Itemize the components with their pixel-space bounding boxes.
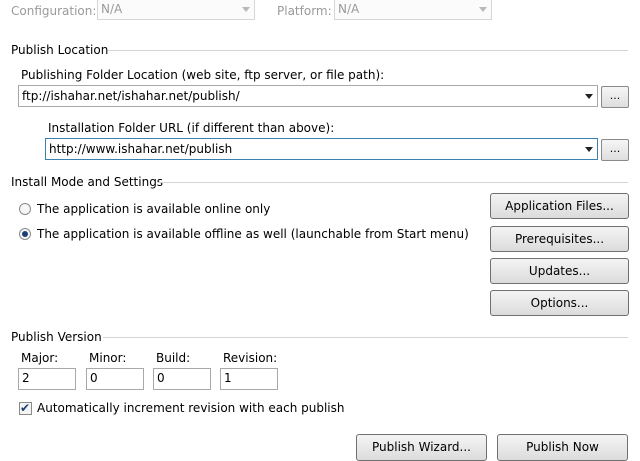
chevron-down-icon[interactable] — [585, 94, 593, 99]
offline-radio[interactable] — [19, 228, 31, 240]
platform-label: Platform: — [277, 4, 332, 18]
installation-folder-combo[interactable]: http://www.ishahar.net/publish — [45, 138, 598, 160]
publish-version-title: Publish Version — [11, 330, 102, 344]
publishing-folder-label: Publishing Folder Location (web site, ft… — [21, 68, 385, 82]
prerequisites-button[interactable]: Prerequisites... — [490, 226, 629, 252]
auto-increment-label[interactable]: Automatically increment revision with ea… — [37, 401, 345, 415]
build-label: Build: — [156, 351, 191, 365]
major-field[interactable] — [18, 368, 76, 390]
configuration-label: Configuration: — [11, 4, 97, 18]
browse-installation-folder-button[interactable]: ... — [601, 139, 629, 161]
online-only-radio[interactable] — [19, 203, 31, 215]
install-mode-title: Install Mode and Settings — [11, 175, 164, 189]
platform-value: N/A — [338, 2, 360, 16]
configuration-value: N/A — [101, 2, 123, 16]
publish-now-button[interactable]: Publish Now — [497, 434, 628, 461]
revision-label: Revision: — [223, 351, 278, 365]
options-button[interactable]: Options... — [490, 290, 629, 316]
installation-folder-value: http://www.ishahar.net/publish — [49, 142, 233, 156]
revision-field[interactable] — [220, 368, 278, 390]
section-divider — [157, 182, 628, 183]
major-input[interactable] — [22, 371, 74, 385]
platform-select[interactable]: N/A — [334, 0, 492, 20]
publishing-folder-value: ftp://ishahar.net/ishahar.net/publish/ — [22, 89, 240, 103]
updates-button[interactable]: Updates... — [490, 258, 629, 284]
application-files-button[interactable]: Application Files... — [490, 193, 629, 219]
online-only-label[interactable]: The application is available online only — [37, 202, 270, 216]
minor-label: Minor: — [89, 351, 127, 365]
browse-publishing-folder-button[interactable]: ... — [601, 86, 629, 108]
section-divider — [108, 50, 628, 51]
chevron-down-icon[interactable] — [585, 147, 593, 152]
publish-location-title: Publish Location — [11, 43, 109, 57]
auto-increment-checkbox[interactable]: ✔ — [19, 401, 32, 415]
build-input[interactable] — [157, 371, 209, 385]
build-field[interactable] — [153, 368, 211, 390]
revision-input[interactable] — [224, 371, 276, 385]
major-label: Major: — [21, 351, 59, 365]
minor-field[interactable] — [86, 368, 144, 390]
installation-folder-label: Installation Folder URL (if different th… — [48, 121, 335, 135]
checkmark-icon: ✔ — [20, 401, 31, 415]
configuration-select[interactable]: N/A — [97, 0, 255, 20]
section-divider — [103, 337, 628, 338]
chevron-down-icon — [479, 7, 487, 12]
chevron-down-icon — [242, 7, 250, 12]
publish-wizard-button[interactable]: Publish Wizard... — [356, 434, 487, 461]
offline-label[interactable]: The application is available offline as … — [37, 227, 469, 241]
publishing-folder-combo[interactable]: ftp://ishahar.net/ishahar.net/publish/ — [18, 85, 598, 107]
minor-input[interactable] — [90, 371, 142, 385]
